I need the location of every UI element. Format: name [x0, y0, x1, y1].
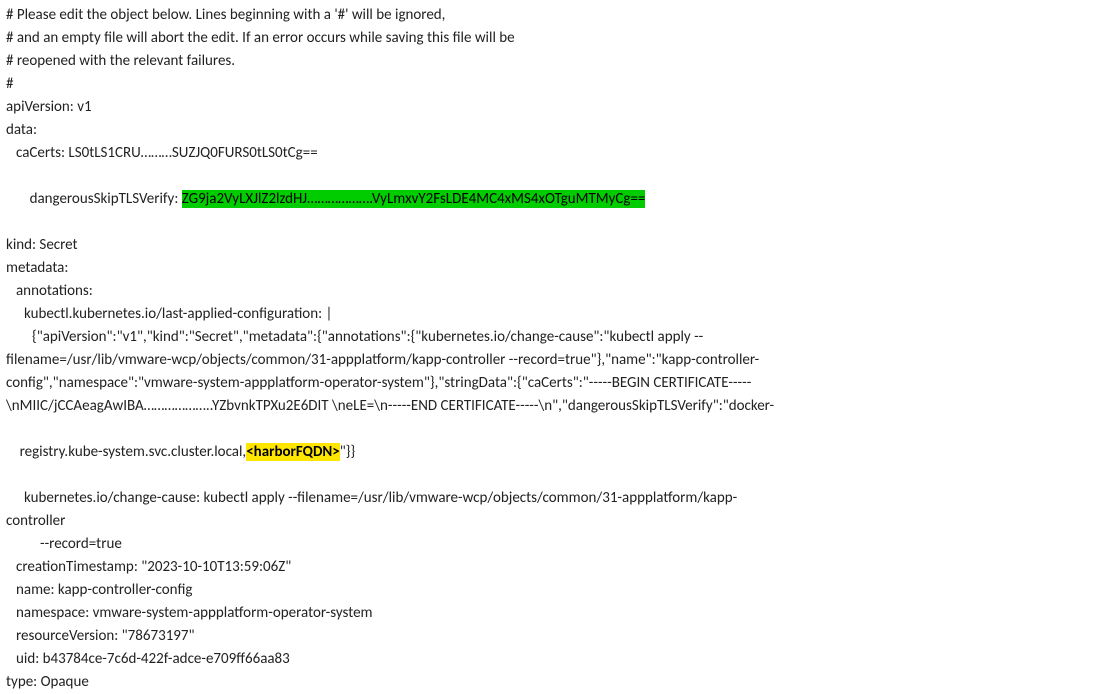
namespace-line: namespace: vmware-system-appplatform-ope…	[6, 602, 1094, 625]
last-applied-json-line: config","namespace":"vmware-system-apppl…	[6, 372, 1094, 395]
skip-tls-value-highlight: ZG9ja2VyLXJlZ2lzdHJ……………….VyLmxvY2FsLDE4…	[182, 190, 646, 208]
ca-certs-line: caCerts: LS0tLS1CRU………SUZJQ0FURS0tLS0tCg…	[6, 142, 1094, 165]
last-applied-json-line: {"apiVersion":"v1","kind":"Secret","meta…	[6, 326, 1094, 349]
creation-timestamp-line: creationTimestamp: "2023-10-10T13:59:06Z…	[6, 556, 1094, 579]
metadata-line: metadata:	[6, 257, 1094, 280]
name-line: name: kapp-controller-config	[6, 579, 1094, 602]
annotations-line: annotations:	[6, 280, 1094, 303]
comment-line: # and an empty file will abort the edit.…	[6, 27, 1094, 50]
data-line: data:	[6, 119, 1094, 142]
last-applied-json-line: filename=/usr/lib/vmware-wcp/objects/com…	[6, 349, 1094, 372]
comment-line: #	[6, 73, 1094, 96]
uid-line: uid: b43784ce-7c6d-422f-adce-e709ff66aa8…	[6, 648, 1094, 671]
json-tail-text: "}}	[340, 443, 355, 461]
last-applied-json-line: \nMIIC/jCCAeagAwIBA………………..YZbvnkTPXu2E6…	[6, 395, 1094, 418]
comment-line: # Please edit the object below. Lines be…	[6, 4, 1094, 27]
change-cause-line: kubernetes.io/change-cause: kubectl appl…	[6, 487, 1094, 510]
comment-line: # reopened with the relevant failures.	[6, 50, 1094, 73]
skip-tls-prefix: dangerousSkipTLSVerify:	[30, 190, 182, 208]
record-true-line: --record=true	[6, 533, 1094, 556]
harbor-fqdn-placeholder: <harborFQDN>	[246, 443, 340, 461]
dangerous-skip-tls-line: dangerousSkipTLSVerify: ZG9ja2VyLXJlZ2lz…	[6, 165, 1094, 234]
last-applied-json-line: registry.kube-system.svc.cluster.local,<…	[6, 418, 1094, 487]
change-cause-line: controller	[6, 510, 1094, 533]
kind-line: kind: Secret	[6, 234, 1094, 257]
resource-version-line: resourceVersion: "78673197"	[6, 625, 1094, 648]
json-tail-text: registry.kube-system.svc.cluster.local,	[20, 443, 247, 461]
api-version-line: apiVersion: v1	[6, 96, 1094, 119]
yaml-edit-block: # Please edit the object below. Lines be…	[6, 4, 1094, 694]
type-line: type: Opaque	[6, 671, 1094, 694]
last-applied-line: kubectl.kubernetes.io/last-applied-confi…	[6, 303, 1094, 326]
